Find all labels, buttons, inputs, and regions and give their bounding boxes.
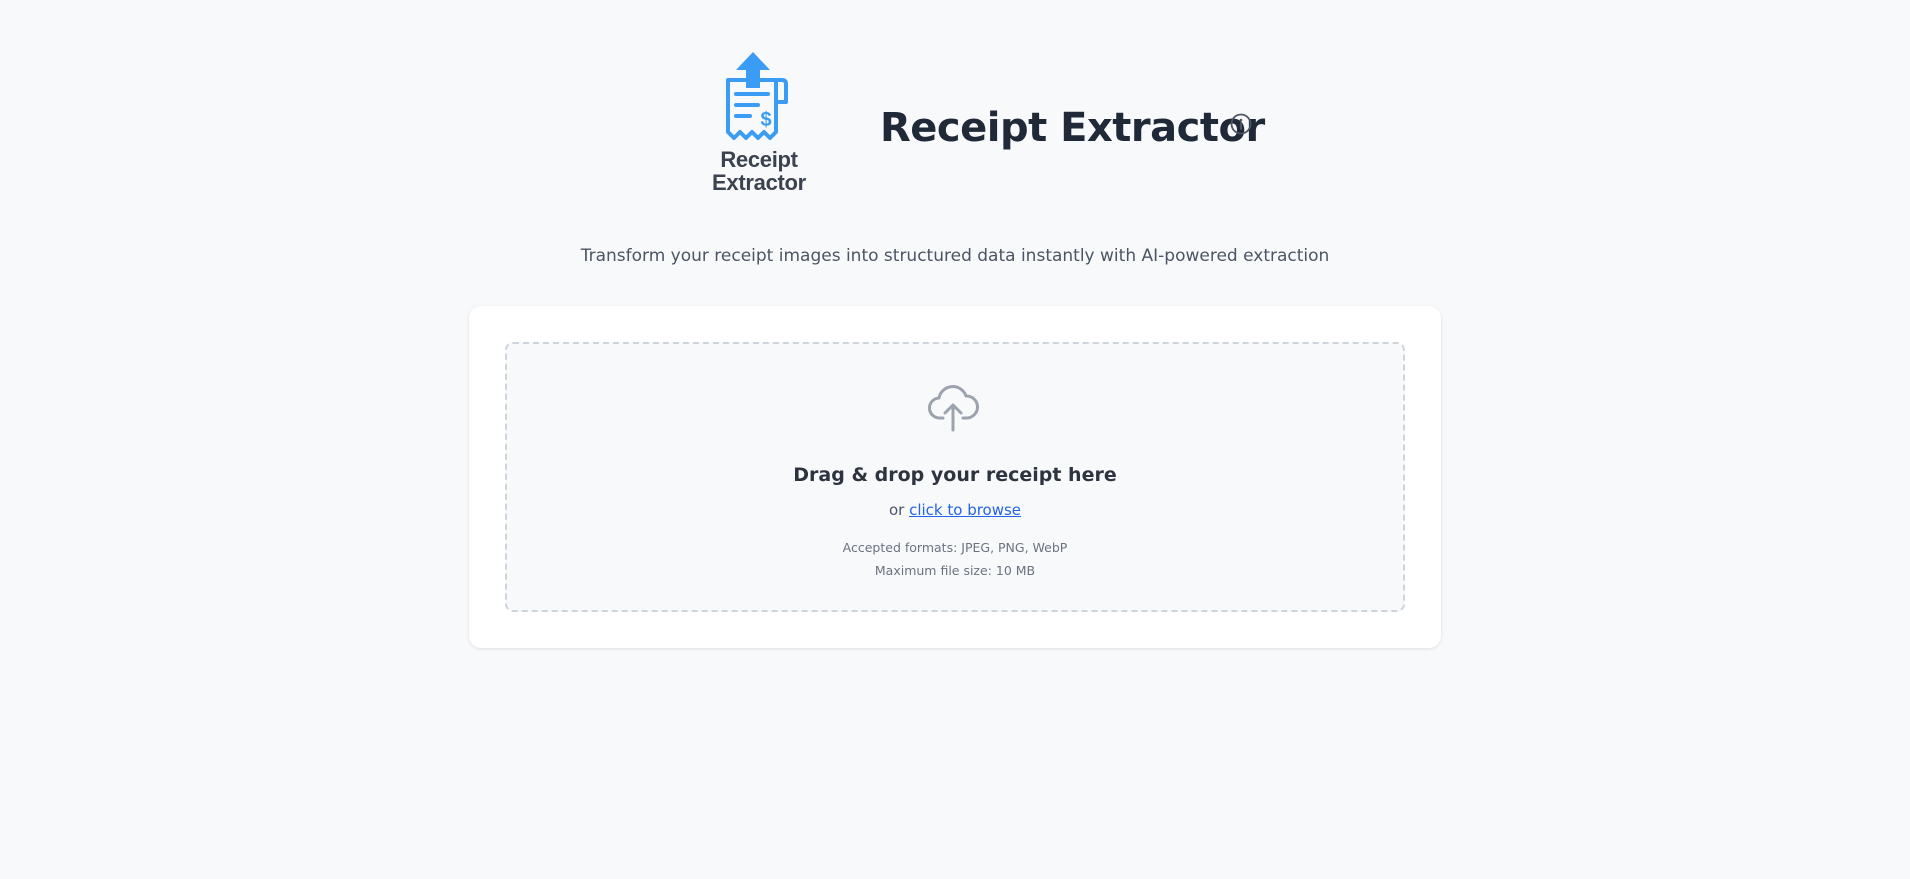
upload-card: Drag & drop your receipt here or click t… [469,306,1441,648]
app-logo: $ Receipt Extractor [704,50,814,196]
logo-text-line1: Receipt [720,147,798,172]
info-icon [1230,113,1252,135]
dropzone-browse-line: or click to browse [507,499,1403,521]
svg-text:$: $ [760,109,771,131]
page-subtitle: Transform your receipt images into struc… [580,246,1330,266]
receipt-upload-icon: $ [726,52,788,140]
or-text: or [888,501,905,519]
browse-link[interactable]: click to browse [909,501,1021,519]
page: $ Receipt Extractor Receipt Extractor Tr… [0,0,1910,879]
dropzone-title: Drag & drop your receipt here [793,464,1117,486]
cloud-upload-icon [928,385,979,432]
page-title: Receipt Extractor [880,105,1265,151]
max-file-size-text: Maximum file size: 10 MB [874,563,1036,578]
accepted-formats-text: Accepted formats: JPEG, PNG, WebP [842,540,1068,555]
logo-text-line2: Extractor [712,170,806,195]
info-button[interactable] [1230,113,1252,135]
receipt-dropzone[interactable]: Drag & drop your receipt here or click t… [505,342,1405,612]
